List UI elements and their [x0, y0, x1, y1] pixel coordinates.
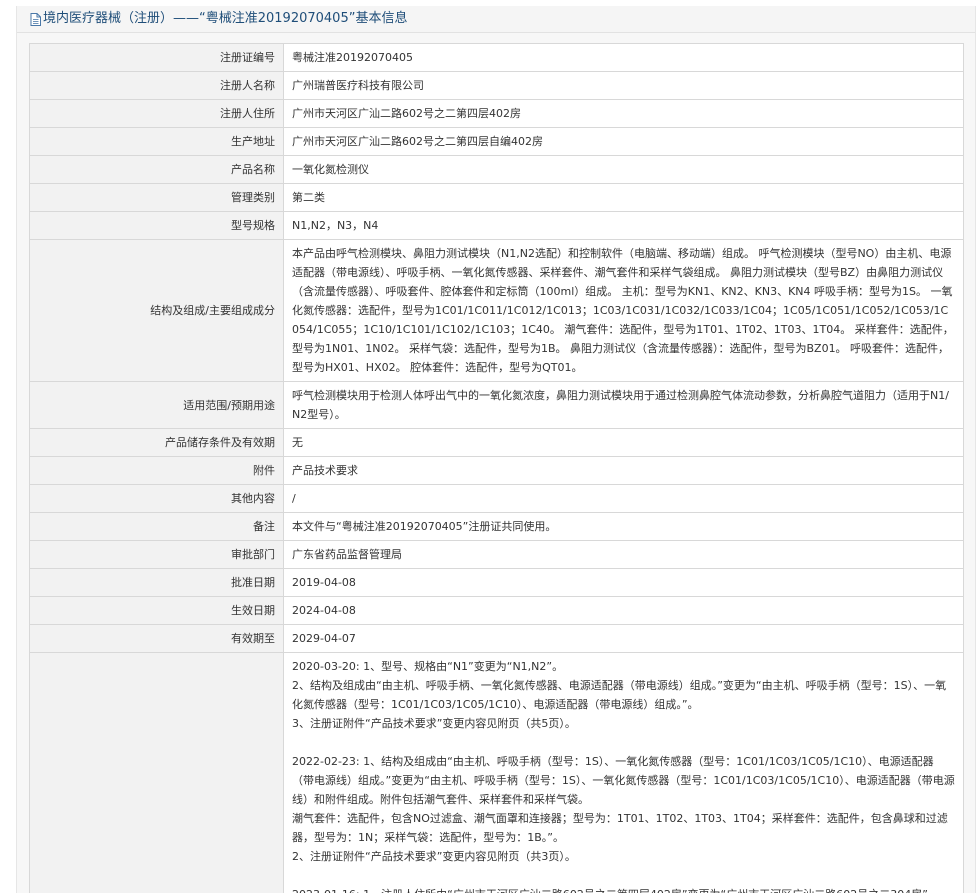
- table-row: 注册证编号 粤械注准20192070405: [29, 43, 964, 72]
- row-label: 管理类别: [29, 183, 284, 212]
- row-value: 粤械注准20192070405: [283, 43, 964, 72]
- row-value: 广东省药品监督管理局: [283, 540, 964, 569]
- row-label: 附件: [29, 456, 284, 485]
- table-row: 其他内容 /: [29, 484, 964, 513]
- table-row-changes: 2020-03-20: 1、型号、规格由“N1”变更为“N1,N2”。 2、结构…: [29, 652, 964, 893]
- row-label: 备注: [29, 512, 284, 541]
- row-value: 一氧化氮检测仪: [283, 155, 964, 184]
- change-line: 2020-03-20: 1、型号、规格由“N1”变更为“N1,N2”。: [292, 660, 564, 673]
- table-row: 管理类别 第二类: [29, 183, 964, 212]
- row-label: 产品储存条件及有效期: [29, 428, 284, 457]
- row-value: 广州市天河区广汕二路602号之二第四层402房: [283, 99, 964, 128]
- row-value: 2019-04-08: [283, 568, 964, 597]
- change-line: 2、结构及组成由“由主机、呼吸手柄、一氧化氮传感器、电源适配器（带电源线）组成。…: [292, 679, 947, 711]
- change-history: 2020-03-20: 1、型号、规格由“N1”变更为“N1,N2”。 2、结构…: [283, 652, 964, 893]
- row-value: 呼气检测模块用于检测人体呼出气中的一氧化氮浓度，鼻阻力测试模块用于通过检测鼻腔气…: [283, 381, 964, 429]
- row-label: 产品名称: [29, 155, 284, 184]
- page-header: 境内医疗器械（注册）——“粤械注准20192070405”基本信息: [17, 6, 975, 33]
- page-panel: 境内医疗器械（注册）——“粤械注准20192070405”基本信息 注册证编号粤…: [16, 6, 976, 893]
- row-value: 本文件与“粤械注准20192070405”注册证共同使用。: [283, 512, 964, 541]
- table-row: 型号规格 N1,N2，N3，N4: [29, 211, 964, 240]
- table-row: 生效日期 2024-04-08: [29, 596, 964, 625]
- row-value: 2029-04-07: [283, 624, 964, 653]
- row-value: 第二类: [283, 183, 964, 212]
- row-label: 结构及组成/主要组成成分: [29, 239, 284, 382]
- row-label: 生效日期: [29, 596, 284, 625]
- row-value: 2024-04-08: [283, 596, 964, 625]
- row-value: 无: [283, 428, 964, 457]
- row-label: 注册人名称: [29, 71, 284, 100]
- table-row: 结构及组成/主要组成成分 本产品由呼气检测模块、鼻阻力测试模块（N1,N2选配）和…: [29, 239, 964, 382]
- table-row: 注册人住所 广州市天河区广汕二路602号之二第四层402房: [29, 99, 964, 128]
- table-row: 适用范围/预期用途 呼气检测模块用于检测人体呼出气中的一氧化氮浓度，鼻阻力测试模块…: [29, 381, 964, 429]
- table-row: 附件 产品技术要求: [29, 456, 964, 485]
- row-label: 生产地址: [29, 127, 284, 156]
- change-line: 潮气套件：选配件，包含NO过滤盒、潮气面罩和连接器；型号为：1T01、1T02、…: [292, 812, 948, 844]
- table-row: 审批部门 广东省药品监督管理局: [29, 540, 964, 569]
- row-value: 广州瑞普医疗科技有限公司: [283, 71, 964, 100]
- row-value: 产品技术要求: [283, 456, 964, 485]
- row-label: 注册人住所: [29, 99, 284, 128]
- table-row: 有效期至 2029-04-07: [29, 624, 964, 653]
- row-label: 其他内容: [29, 484, 284, 513]
- change-line: 3、注册证附件“产品技术要求”变更内容见附页（共5页）。: [292, 717, 576, 730]
- row-value: /: [283, 484, 964, 513]
- change-line: 2023-01-16: 1、注册人住所由“广州市天河区广汕二路602号之二第四层…: [292, 885, 955, 893]
- table-row: 备注 本文件与“粤械注准20192070405”注册证共同使用。: [29, 512, 964, 541]
- table-row: 批准日期 2019-04-08: [29, 568, 964, 597]
- change-line: 2、注册证附件“产品技术要求”变更内容见附页（共3页）。: [292, 850, 576, 863]
- change-line: 2022-02-23: 1、结构及组成由“由主机、呼吸手柄（型号：1S）、一氧化…: [292, 755, 955, 806]
- table-row: 产品名称 一氧化氮检测仪: [29, 155, 964, 184]
- table-row: 产品储存条件及有效期无: [29, 428, 964, 457]
- row-label: 适用范围/预期用途: [29, 381, 284, 429]
- row-label: [29, 652, 284, 893]
- row-label: 批准日期: [29, 568, 284, 597]
- row-value: 本产品由呼气检测模块、鼻阻力测试模块（N1,N2选配）和控制软件（电脑端、移动端…: [283, 239, 964, 382]
- row-label: 注册证编号: [29, 43, 284, 72]
- table-row: 注册人名称 广州瑞普医疗科技有限公司: [29, 71, 964, 100]
- page-title: 境内医疗器械（注册）——“粤械注准20192070405”基本信息: [43, 11, 408, 26]
- row-value: 广州市天河区广汕二路602号之二第四层自编402房: [283, 127, 964, 156]
- info-table: 注册证编号 粤械注准20192070405 注册人名称 广州瑞普医疗科技有限公司 注…: [29, 43, 964, 893]
- document-icon: [30, 12, 41, 26]
- row-value: N1,N2，N3，N4: [283, 211, 964, 240]
- table-row: 生产地址 广州市天河区广汕二路602号之二第四层自编402房: [29, 127, 964, 156]
- row-label: 型号规格: [29, 211, 284, 240]
- row-label: 有效期至: [29, 624, 284, 653]
- row-label: 审批部门: [29, 540, 284, 569]
